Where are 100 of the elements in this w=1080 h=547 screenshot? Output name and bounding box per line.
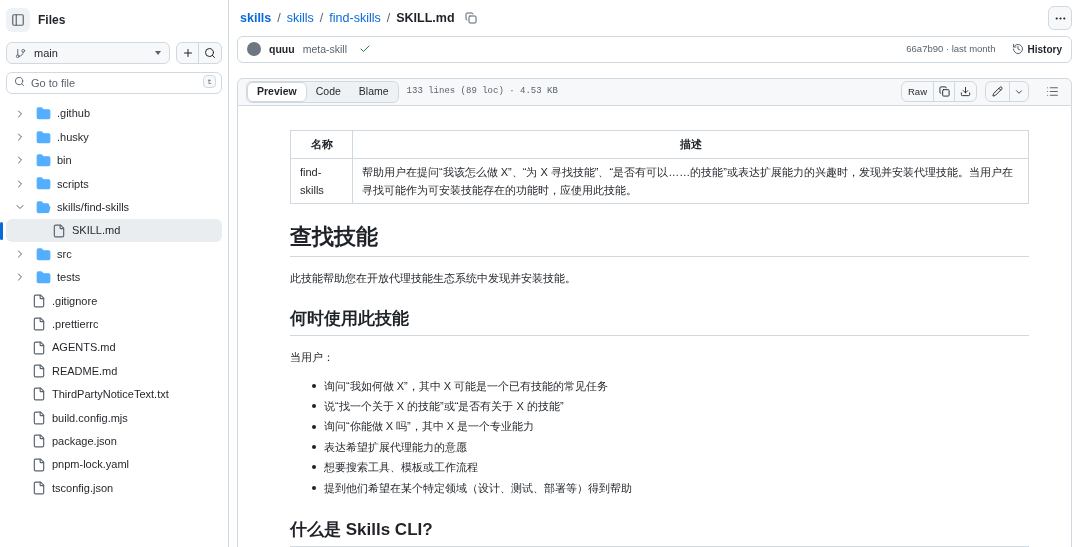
table-header: 名称 <box>290 130 353 159</box>
commit-message[interactable]: meta-skill <box>302 41 347 58</box>
bullet-icon <box>312 465 316 470</box>
file-tree-item[interactable]: build.config.mjs <box>6 406 222 430</box>
breadcrumb-separator: / <box>386 9 391 27</box>
breadcrumb-separator: / <box>319 9 324 27</box>
file-name: bin <box>57 153 72 169</box>
file-icon <box>52 223 66 238</box>
avatar <box>247 42 261 57</box>
file-tree-item[interactable]: .prettierrc <box>6 312 222 336</box>
branch-selector[interactable]: main <box>6 42 170 64</box>
list-item: 想要搜索工具、模板或工作流程 <box>324 460 478 476</box>
commit-hash-time: 66a7b90 · last month <box>906 42 996 57</box>
view-tab[interactable]: Preview <box>247 81 307 102</box>
current-file-name: SKILL.md <box>396 9 455 27</box>
folder-icon <box>36 269 51 285</box>
view-tab[interactable]: Blame <box>349 81 398 102</box>
bullet-icon <box>312 424 316 429</box>
bullet-icon <box>312 485 316 490</box>
file-name: .github <box>57 106 91 122</box>
file-name: build.config.mjs <box>52 410 128 426</box>
more-options-button[interactable] <box>1048 6 1072 30</box>
folder-icon <box>36 152 51 168</box>
file-name: skills/find-skills <box>57 200 130 215</box>
file-tree-item[interactable]: tests <box>6 265 222 290</box>
sidebar-title: Files <box>38 12 66 29</box>
file-tree-item[interactable]: pnpm-lock.yaml <box>6 452 222 477</box>
search-icon <box>204 47 216 59</box>
breadcrumb-separator: / <box>277 9 281 27</box>
paragraph: 当用户： <box>290 349 335 365</box>
file-name: scripts <box>57 176 89 192</box>
file-icon <box>32 410 46 425</box>
breadcrumb-link[interactable]: skills <box>286 8 314 28</box>
file-tree-item[interactable]: src <box>6 242 222 266</box>
selection-indicator <box>0 221 3 240</box>
file-tree-item[interactable]: .github <box>6 102 222 126</box>
file-icon <box>32 317 46 332</box>
list-item: 询问“我如何做 X”，其中 X 可能是一个已有技能的常见任务 <box>324 378 609 394</box>
file-name: README.md <box>52 363 118 379</box>
folder-icon <box>36 246 51 262</box>
collapse-sidebar-button[interactable] <box>6 8 30 32</box>
commit-author[interactable]: quuu <box>269 41 295 58</box>
plus-icon <box>181 47 194 59</box>
file-icon <box>32 434 46 449</box>
file-tree-item[interactable]: .husky <box>6 125 222 149</box>
file-name: tsconfig.json <box>52 480 114 496</box>
table-cell: find-skills <box>290 158 353 204</box>
copy-path-icon[interactable] <box>464 12 477 24</box>
file-name: src <box>57 246 72 262</box>
branch-icon <box>15 47 26 59</box>
list-item: 说“找一个关于 X 的技能”或“是否有关于 X 的技能” <box>324 398 564 414</box>
file-tree-item[interactable]: .gitignore <box>6 289 222 313</box>
heading: 何时使用此技能 <box>290 306 1029 336</box>
file-name: .prettierrc <box>52 316 99 332</box>
file-name: .gitignore <box>52 293 98 309</box>
file-icon <box>32 457 46 472</box>
table-header: 描述 <box>352 130 1029 159</box>
list-item: 表达希望扩展代理能力的意愿 <box>324 439 467 455</box>
folder-icon <box>36 176 51 192</box>
list-item: 询问“你能做 X 吗”，其中 X 是一个专业能力 <box>324 419 535 435</box>
breadcrumb-link[interactable]: find-skills <box>329 8 381 28</box>
file-tree-item[interactable]: tsconfig.json <box>6 476 222 500</box>
file-tree-item[interactable]: skills/find-skills <box>6 195 222 219</box>
file-tree-item[interactable]: README.md <box>6 359 222 383</box>
file-tree-item[interactable]: bin <box>6 148 222 173</box>
search-icon <box>14 75 25 87</box>
file-icon <box>32 364 46 378</box>
file-info: 133 lines (89 loc) · 4.53 KB <box>406 85 558 98</box>
list-item: 提到他们希望在某个特定领域（设计、测试、部署等）得到帮助 <box>324 480 632 496</box>
file-icon <box>32 340 46 355</box>
bullet-icon <box>312 404 316 409</box>
heading: 什么是 Skills CLI? <box>290 518 1029 547</box>
file-tree-item[interactable]: AGENTS.md <box>6 335 222 360</box>
file-icon <box>32 293 46 308</box>
shortcut-key: t <box>203 75 216 88</box>
file-tree-item[interactable]: ThirdPartyNoticeText.txt <box>6 382 222 407</box>
paragraph: 此技能帮助您在开放代理技能生态系统中发现并安装技能。 <box>290 270 577 286</box>
file-icon <box>32 387 46 402</box>
file-icon <box>32 480 46 495</box>
copy-icon <box>938 86 950 98</box>
sidebar-panel-icon <box>11 13 25 27</box>
file-name: tests <box>57 270 81 286</box>
bullet-icon <box>312 383 316 388</box>
file-name: .husky <box>57 129 89 145</box>
pencil-icon <box>992 86 1003 98</box>
breadcrumb-link[interactable]: skills <box>240 8 272 28</box>
file-tree-item[interactable]: package.json <box>6 429 222 453</box>
download-icon <box>960 86 971 98</box>
history-button[interactable]: History <box>1011 41 1062 57</box>
file-tree-item[interactable]: scripts <box>6 172 222 196</box>
file-name: ThirdPartyNoticeText.txt <box>52 387 169 403</box>
list-icon <box>1045 85 1059 99</box>
file-name: package.json <box>52 433 117 449</box>
heading: 查找技能 <box>290 221 1029 257</box>
folder-icon <box>36 199 51 215</box>
bullet-icon <box>312 445 316 449</box>
table-cell: 帮助用户在提问“我该怎么做 X”、“为 X 寻找技能”、“是否有可以……的技能”或表达扩展能力的兴趣时，发现并安装代理技能。当用户在寻找可能作为可安装技能存在的功能时，应使用此技能。 <box>352 158 1029 204</box>
file-name: pnpm-lock.yaml <box>52 457 130 473</box>
view-tab[interactable]: Code <box>306 81 350 102</box>
folder-icon <box>36 106 51 122</box>
